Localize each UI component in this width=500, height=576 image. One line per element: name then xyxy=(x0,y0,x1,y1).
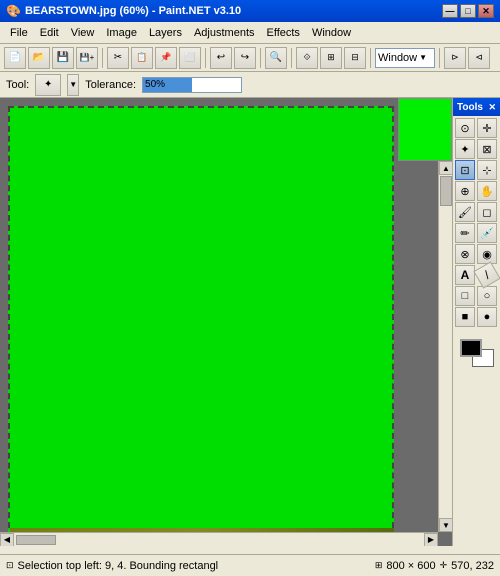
pan-tool[interactable]: ✋ xyxy=(477,181,497,201)
maximize-button[interactable]: □ xyxy=(460,4,476,18)
hscroll-right[interactable]: ▶ xyxy=(424,533,438,547)
color-picker-tool[interactable]: 💉 xyxy=(477,223,497,243)
ellipse-shape-tool[interactable]: ○ xyxy=(477,286,497,306)
move-selection-tool[interactable]: ⊹ xyxy=(477,160,497,180)
sep4 xyxy=(291,48,292,68)
tool-options-bar: Tool: ✦ ▼ Tolerance: 50% xyxy=(0,72,500,98)
cut-button[interactable]: ✂ xyxy=(107,47,129,69)
tolerance-input[interactable]: 50% xyxy=(142,77,242,93)
vscroll-thumb[interactable] xyxy=(440,176,452,206)
app-icon: 🎨 xyxy=(6,4,21,18)
menu-view[interactable]: View xyxy=(65,23,101,43)
tool-grid: ⊙ ✛ ✦ ⊠ ⊡ ⊹ ⊕ ✋ 🖌 ◻ ✏ 💉 ⊗ ◉ A / □ ○ ■ ● xyxy=(453,116,500,329)
extra4[interactable]: ⊳ xyxy=(444,47,466,69)
menu-effects[interactable]: Effects xyxy=(261,23,306,43)
line-curve-tool[interactable]: / xyxy=(473,261,500,288)
hscroll-thumb[interactable] xyxy=(16,535,56,545)
deselect-button[interactable]: ⬜ xyxy=(179,47,201,69)
main-area: ▲ ▼ ◀ ▶ Tools ✕ ⊙ ✛ ✦ ⊠ ⊡ ⊹ ⊕ ✋ 🖌 ◻ ✏ xyxy=(0,98,500,546)
rect-shape-tool[interactable]: □ xyxy=(455,286,475,306)
window-controls: — □ ✕ xyxy=(442,4,494,18)
sep1 xyxy=(102,48,103,68)
toolbar: 📄 📂 💾 💾+ ✂ 📋 📌 ⬜ ↩ ↪ 🔍 ⟐ ⊞ ⊟ Window ▼ ⊳ … xyxy=(0,44,500,72)
move-tool[interactable]: ✛ xyxy=(477,118,497,138)
menu-layers[interactable]: Layers xyxy=(143,23,188,43)
tools-panel-header: Tools ✕ xyxy=(453,98,500,116)
cursor-icon: ✛ xyxy=(440,560,448,571)
filled-ellipse-tool[interactable]: ● xyxy=(477,307,497,327)
new-button[interactable]: 📄 xyxy=(4,47,26,69)
vscroll-up[interactable]: ▲ xyxy=(439,161,452,175)
status-right: ⊞ 800 × 600 ✛ 570, 232 xyxy=(375,560,494,572)
status-dimensions: 800 × 600 xyxy=(386,560,435,572)
vscroll-down[interactable]: ▼ xyxy=(439,518,452,532)
foreground-color-swatch[interactable] xyxy=(460,339,482,357)
window-title: BEARSTOWN.jpg (60%) - Paint.NET v3.10 xyxy=(25,5,241,17)
sep5 xyxy=(370,48,371,68)
menu-window[interactable]: Window xyxy=(306,23,357,43)
clone-stamp-tool[interactable]: ⊗ xyxy=(455,244,475,264)
title-text: 🎨 BEARSTOWN.jpg (60%) - Paint.NET v3.10 xyxy=(6,4,241,18)
extra2[interactable]: ⊞ xyxy=(320,47,342,69)
menu-adjustments[interactable]: Adjustments xyxy=(188,23,261,43)
sep3 xyxy=(260,48,261,68)
tolerance-label: Tolerance: xyxy=(85,79,136,91)
window-dropdown-label: Window xyxy=(378,52,417,64)
undo-button[interactable]: ↩ xyxy=(210,47,232,69)
chevron-down-icon: ▼ xyxy=(419,53,427,62)
lasso-select-tool[interactable]: ⊙ xyxy=(455,118,475,138)
sep6 xyxy=(439,48,440,68)
selection-tool[interactable]: ⊡ xyxy=(455,160,475,180)
menu-file[interactable]: File xyxy=(4,23,34,43)
filled-rect-tool[interactable]: ■ xyxy=(455,307,475,327)
tolerance-value: 50% xyxy=(145,79,165,90)
paint-bucket-tool[interactable]: ⊠ xyxy=(477,139,497,159)
redo-button[interactable]: ↪ xyxy=(234,47,256,69)
open-button[interactable]: 📂 xyxy=(28,47,50,69)
canvas-image xyxy=(8,106,394,538)
eraser-tool[interactable]: ◻ xyxy=(477,202,497,222)
extra3[interactable]: ⊟ xyxy=(344,47,366,69)
canvas-container[interactable]: ▲ ▼ ◀ ▶ xyxy=(0,98,452,546)
extra1[interactable]: ⟐ xyxy=(296,47,318,69)
copy-button[interactable]: 📋 xyxy=(131,47,153,69)
status-left: ⊡ Selection top left: 9, 4. Bounding rec… xyxy=(6,560,218,572)
menu-bar: File Edit View Image Layers Adjustments … xyxy=(0,22,500,44)
menu-edit[interactable]: Edit xyxy=(34,23,65,43)
save-button[interactable]: 💾 xyxy=(52,47,74,69)
status-cursor-pos: 570, 232 xyxy=(451,560,494,572)
tools-panel-close[interactable]: ✕ xyxy=(488,102,496,113)
pencil-tool[interactable]: ✏ xyxy=(455,223,475,243)
tools-panel: Tools ✕ ⊙ ✛ ✦ ⊠ ⊡ ⊹ ⊕ ✋ 🖌 ◻ ✏ 💉 ⊗ ◉ A / … xyxy=(452,98,500,546)
extra5[interactable]: ⊲ xyxy=(468,47,490,69)
paintbrush-tool[interactable]: 🖌 xyxy=(455,202,475,222)
text-tool[interactable]: A xyxy=(455,265,475,285)
image-preview xyxy=(398,98,452,161)
horizontal-scrollbar[interactable]: ◀ ▶ xyxy=(0,532,438,546)
tool-label: Tool: xyxy=(6,79,29,91)
vertical-scrollbar[interactable]: ▲ ▼ xyxy=(438,161,452,532)
tool-dropdown[interactable]: ▼ xyxy=(67,74,79,96)
selection-icon: ⊡ xyxy=(6,560,14,571)
paste-button[interactable]: 📌 xyxy=(155,47,177,69)
magic-wand-tool[interactable]: ✦ xyxy=(455,139,475,159)
swatch-pair xyxy=(458,339,496,367)
hscroll-left[interactable]: ◀ xyxy=(0,533,14,547)
status-selection-info: Selection top left: 9, 4. Bounding recta… xyxy=(18,560,219,572)
dimensions-icon: ⊞ xyxy=(375,560,383,571)
color-swatches xyxy=(453,335,500,371)
sep2 xyxy=(205,48,206,68)
window-dropdown[interactable]: Window ▼ xyxy=(375,48,435,68)
close-button[interactable]: ✕ xyxy=(478,4,494,18)
title-bar: 🎨 BEARSTOWN.jpg (60%) - Paint.NET v3.10 … xyxy=(0,0,500,22)
status-bar: ⊡ Selection top left: 9, 4. Bounding rec… xyxy=(0,554,500,576)
zoom-tool[interactable]: ⊕ xyxy=(455,181,475,201)
current-tool-btn[interactable]: ✦ xyxy=(35,74,61,96)
menu-image[interactable]: Image xyxy=(100,23,143,43)
minimize-button[interactable]: — xyxy=(442,4,458,18)
tools-panel-title: Tools xyxy=(457,102,483,113)
zoom-button[interactable]: 🔍 xyxy=(265,47,287,69)
recolor-tool[interactable]: ◉ xyxy=(477,244,497,264)
save-as-button[interactable]: 💾+ xyxy=(76,47,98,69)
